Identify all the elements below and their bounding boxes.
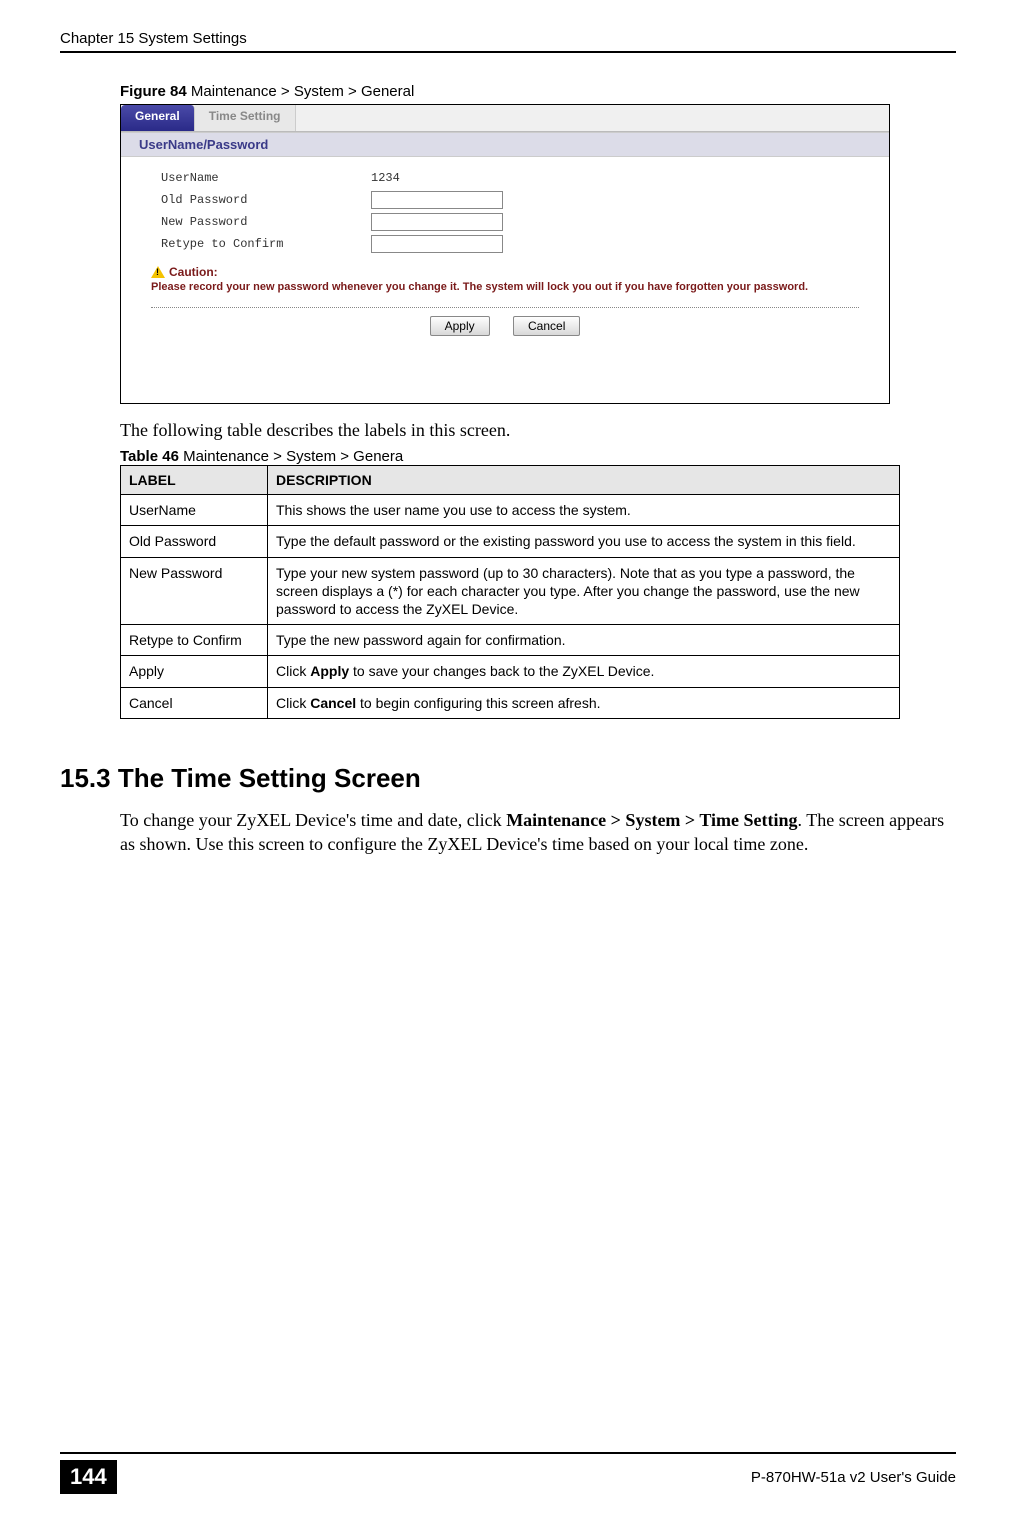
table-row: New Password Type your new system passwo… bbox=[121, 557, 900, 625]
cell-label: Cancel bbox=[121, 687, 268, 718]
table-row: Retype to Confirm Type the new password … bbox=[121, 625, 900, 656]
page-number: 144 bbox=[60, 1460, 117, 1494]
button-row: Apply Cancel bbox=[121, 316, 889, 336]
input-old-password[interactable] bbox=[371, 191, 503, 209]
caution-block: Caution: Please record your new password… bbox=[121, 265, 889, 301]
table-caption: Table 46 Maintenance > System > Genera bbox=[120, 448, 956, 465]
tab-general[interactable]: General bbox=[121, 105, 195, 131]
cancel-button[interactable]: Cancel bbox=[513, 316, 580, 336]
cell-desc: Type the new password again for confirma… bbox=[268, 625, 900, 656]
row-username: UserName 1234 bbox=[161, 167, 849, 189]
caution-label: Caution: bbox=[169, 265, 218, 279]
caution-title: Caution: bbox=[151, 265, 859, 279]
form-area: UserName 1234 Old Password New Password … bbox=[121, 157, 889, 265]
description-table: LABEL DESCRIPTION UserName This shows th… bbox=[120, 465, 900, 719]
cell-desc: Type your new system password (up to 30 … bbox=[268, 557, 900, 625]
header-left: Chapter 15 System Settings bbox=[60, 30, 247, 47]
input-retype[interactable] bbox=[371, 235, 503, 253]
table-row: Apply Click Apply to save your changes b… bbox=[121, 656, 900, 687]
section-body: To change your ZyXEL Device's time and d… bbox=[120, 808, 956, 857]
value-username: 1234 bbox=[371, 171, 400, 185]
page-header: Chapter 15 System Settings bbox=[60, 30, 956, 53]
cell-label: Apply bbox=[121, 656, 268, 687]
warning-icon bbox=[151, 266, 165, 278]
apply-button[interactable]: Apply bbox=[430, 316, 490, 336]
cell-label: Old Password bbox=[121, 526, 268, 557]
th-label: LABEL bbox=[121, 466, 268, 495]
cell-desc: Click Apply to save your changes back to… bbox=[268, 656, 900, 687]
footer-guide-name: P-870HW-51a v2 User's Guide bbox=[751, 1469, 956, 1486]
paragraph-intro: The following table describes the labels… bbox=[120, 418, 956, 442]
tab-bar: General Time Setting bbox=[121, 105, 889, 132]
label-new-password: New Password bbox=[161, 215, 371, 229]
label-old-password: Old Password bbox=[161, 193, 371, 207]
body-pre: To change your ZyXEL Device's time and d… bbox=[120, 810, 506, 830]
separator bbox=[151, 307, 859, 308]
table-row: Cancel Click Cancel to begin configuring… bbox=[121, 687, 900, 718]
cell-label: UserName bbox=[121, 495, 268, 526]
group-header: UserName/Password bbox=[121, 132, 889, 157]
row-old-password: Old Password bbox=[161, 189, 849, 211]
tab-time-setting[interactable]: Time Setting bbox=[195, 105, 296, 131]
caution-text: Please record your new password whenever… bbox=[151, 281, 859, 293]
label-username: UserName bbox=[161, 171, 371, 185]
cell-desc: Click Cancel to begin configuring this s… bbox=[268, 687, 900, 718]
cell-desc: This shows the user name you use to acce… bbox=[268, 495, 900, 526]
input-new-password[interactable] bbox=[371, 213, 503, 231]
label-retype: Retype to Confirm bbox=[161, 237, 371, 251]
th-description: DESCRIPTION bbox=[268, 466, 900, 495]
row-retype: Retype to Confirm bbox=[161, 233, 849, 255]
page-footer: 144 P-870HW-51a v2 User's Guide bbox=[60, 1452, 956, 1494]
embedded-screenshot: General Time Setting UserName/Password U… bbox=[120, 104, 890, 404]
figure-title: Maintenance > System > General bbox=[187, 83, 415, 100]
row-new-password: New Password bbox=[161, 211, 849, 233]
cell-label: Retype to Confirm bbox=[121, 625, 268, 656]
table-number: Table 46 bbox=[120, 448, 179, 465]
cell-label: New Password bbox=[121, 557, 268, 625]
figure-number: Figure 84 bbox=[120, 83, 187, 100]
table-title: Maintenance > System > Genera bbox=[179, 448, 403, 465]
table-row: Old Password Type the default password o… bbox=[121, 526, 900, 557]
body-bold: Maintenance > System > Time Setting bbox=[506, 810, 797, 830]
section-heading: 15.3 The Time Setting Screen bbox=[60, 763, 956, 794]
table-row: UserName This shows the user name you us… bbox=[121, 495, 900, 526]
table-header-row: LABEL DESCRIPTION bbox=[121, 466, 900, 495]
figure-caption: Figure 84 Maintenance > System > General bbox=[120, 83, 956, 100]
cell-desc: Type the default password or the existin… bbox=[268, 526, 900, 557]
